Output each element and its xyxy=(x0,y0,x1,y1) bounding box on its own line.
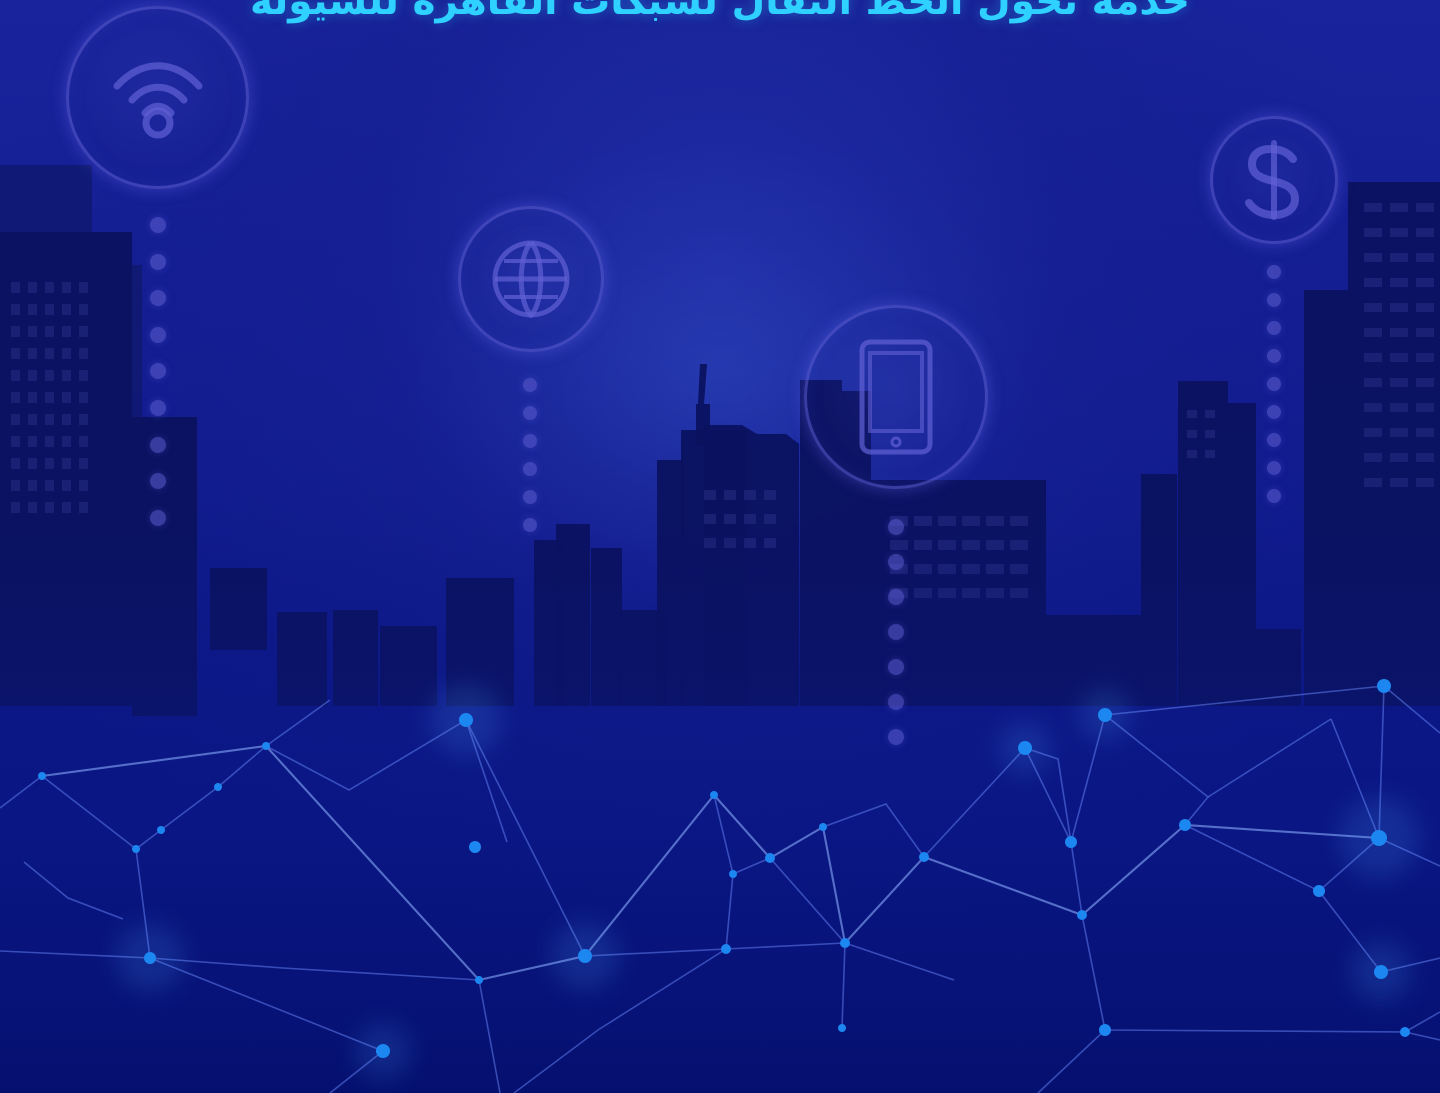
promo-page: خدمة تحول الخط النقال لشبكات القاهرة للس… xyxy=(0,0,1440,1093)
dollar-icon xyxy=(1245,140,1300,220)
building-windows xyxy=(11,203,1434,598)
globe-icon xyxy=(492,240,570,319)
network-points xyxy=(38,679,1410,1058)
city-skyline xyxy=(0,165,1440,716)
wifi-icon xyxy=(113,61,202,138)
page-title: خدمة تحول الخط النقال لشبكات القاهرة للس… xyxy=(249,0,1191,24)
globe-badge xyxy=(458,206,604,352)
network-glows xyxy=(116,684,1419,1079)
tablet-icon xyxy=(859,339,933,455)
network-lines xyxy=(0,684,1440,1093)
tablet-badge xyxy=(804,305,988,489)
dollar-badge xyxy=(1210,116,1338,244)
